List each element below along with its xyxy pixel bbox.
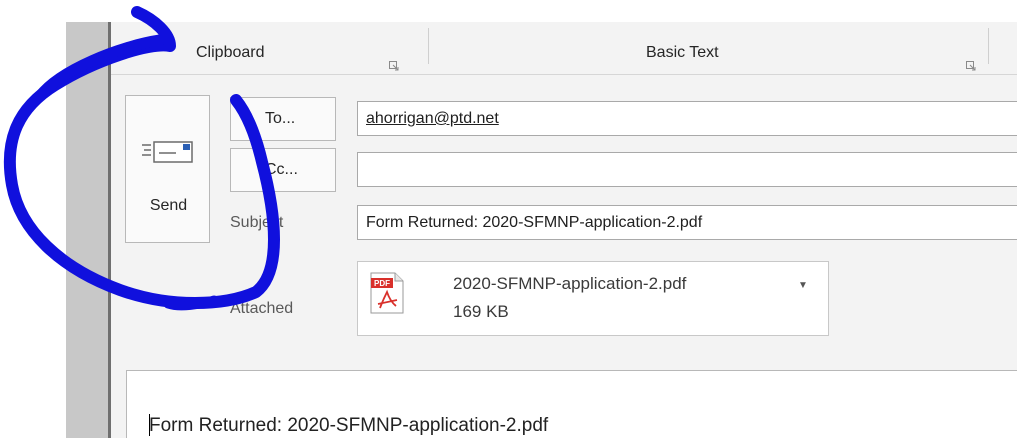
top-strip xyxy=(0,0,1017,22)
ribbon-separator xyxy=(988,28,989,64)
send-label: Send xyxy=(149,197,188,214)
message-body-text[interactable]: Form Returned: 2020-SFMNP-application-2.… xyxy=(149,415,548,437)
attachment-chip[interactable]: PDF 2020-SFMNP-application-2.pdf 169 KB … xyxy=(357,261,829,336)
attachment-size: 169 KB xyxy=(453,302,509,321)
ribbon-separator xyxy=(428,28,429,64)
ribbon-group-clipboard: Clipboard xyxy=(196,44,265,61)
subject-label: Subject xyxy=(230,214,284,231)
cc-button[interactable]: Cc... xyxy=(230,148,336,192)
message-body[interactable]: Form Returned: 2020-SFMNP-application-2.… xyxy=(126,370,1017,438)
attached-label: Attached xyxy=(230,300,294,317)
envelope-send-icon xyxy=(142,141,193,163)
dialog-launcher-icon[interactable] xyxy=(966,61,976,71)
to-recipient[interactable]: ahorrigan@ptd.net xyxy=(366,110,499,127)
window-edge xyxy=(66,22,108,438)
send-button[interactable]: Send xyxy=(125,95,210,243)
pdf-file-icon: PDF xyxy=(370,272,404,314)
ribbon-group-basic-text: Basic Text xyxy=(646,44,719,61)
pdf-badge-text: PDF xyxy=(374,279,390,288)
subject-field[interactable]: Form Returned: 2020-SFMNP-application-2.… xyxy=(357,205,1017,240)
to-field[interactable]: ahorrigan@ptd.net xyxy=(357,101,1017,136)
dialog-launcher-icon[interactable] xyxy=(389,61,399,71)
attachment-filename: 2020-SFMNP-application-2.pdf xyxy=(453,274,687,293)
chevron-down-icon[interactable]: ▼ xyxy=(798,280,808,291)
to-button[interactable]: To... xyxy=(230,97,336,141)
cc-field[interactable] xyxy=(357,152,1017,187)
